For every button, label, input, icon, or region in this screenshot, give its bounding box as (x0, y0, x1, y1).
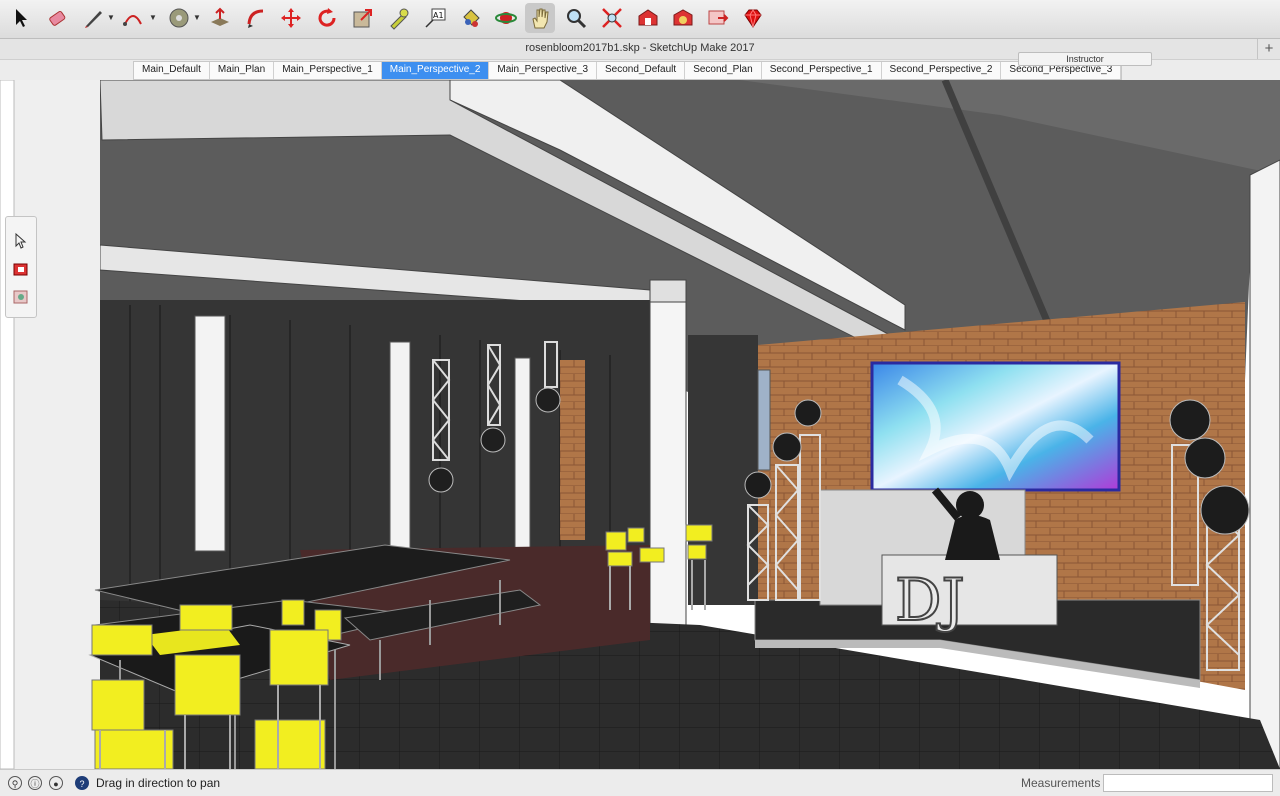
scene-tab-main-perspective-3[interactable]: Main_Perspective_3 (489, 62, 598, 79)
scene-tab-second-plan[interactable]: Second_Plan (685, 62, 762, 79)
follow-me-tool-icon[interactable] (241, 3, 271, 33)
scene-tabs: Main_Default Main_Plan Main_Perspective_… (133, 61, 1123, 80)
make-component-icon[interactable] (11, 259, 31, 279)
back-room-column-2 (389, 341, 411, 553)
eraser-tool-icon[interactable] (42, 3, 72, 33)
paint-bucket-tool-icon[interactable] (456, 3, 486, 33)
svg-text:A1: A1 (433, 11, 444, 20)
arc-tool-icon[interactable] (118, 3, 148, 33)
scene-tab-main-default[interactable]: Main_Default (134, 62, 210, 79)
text-tool-icon[interactable]: A1 (420, 3, 450, 33)
dj-booth-lettering: DJ (895, 566, 965, 634)
credits-icon[interactable]: ⓘ (28, 776, 42, 790)
back-room-column-3 (514, 357, 531, 549)
measurements-label: Measurements (1021, 776, 1101, 790)
paint-material-icon[interactable] (11, 287, 31, 307)
help-icon[interactable]: ? (75, 776, 89, 790)
send-to-layout-icon[interactable] (703, 3, 733, 33)
zoom-extents-tool-icon[interactable] (597, 3, 627, 33)
left-wall-edge (0, 80, 15, 769)
back-room-column-1 (194, 315, 226, 552)
new-tab-button[interactable]: + (1257, 39, 1280, 59)
pan-tool-icon[interactable] (525, 3, 555, 33)
ruby-console-icon[interactable] (738, 3, 768, 33)
right-column (1249, 159, 1280, 769)
arc-dropdown-icon[interactable]: ▼ (149, 13, 157, 22)
scale-tool-icon[interactable] (348, 3, 378, 33)
extension-warehouse-icon[interactable] (668, 3, 698, 33)
orbit-tool-icon[interactable] (491, 3, 521, 33)
user-account-icon[interactable]: ● (49, 776, 63, 790)
scene-tab-main-perspective-1[interactable]: Main_Perspective_1 (274, 62, 382, 79)
push-pull-tool-icon[interactable] (205, 3, 235, 33)
scene-tab-second-default[interactable]: Second_Default (597, 62, 686, 79)
instructor-panel-tab[interactable]: Instructor (1018, 52, 1152, 66)
line-tool-icon[interactable] (79, 3, 109, 33)
rotate-tool-icon[interactable] (312, 3, 342, 33)
circle-dropdown-icon[interactable]: ▼ (193, 13, 201, 22)
scene-tab-main-plan[interactable]: Main_Plan (210, 62, 275, 79)
scene-tab-main-perspective-2[interactable]: Main_Perspective_2 (381, 62, 490, 79)
floating-toolbar (5, 216, 37, 318)
line-dropdown-icon[interactable]: ▼ (107, 13, 115, 22)
back-room-brick (560, 360, 585, 540)
main-toolbar: ▼ ▼ ▼ A1 (0, 0, 1280, 39)
model-render[interactable]: DJ (0, 80, 1280, 769)
select-tool-icon[interactable] (6, 3, 36, 33)
warehouse-icon[interactable] (633, 3, 663, 33)
move-tool-icon[interactable] (276, 3, 306, 33)
scene-tab-second-perspective-1[interactable]: Second_Perspective_1 (762, 62, 882, 79)
left-wall-column (0, 80, 100, 769)
geo-location-icon[interactable]: ⚲ (8, 776, 22, 790)
measurements-input[interactable] (1103, 774, 1273, 792)
tape-measure-tool-icon[interactable] (384, 3, 414, 33)
select-lasso-icon[interactable] (11, 231, 31, 251)
status-bar: ⚲ ⓘ ● ? Drag in direction to pan Measure… (0, 769, 1280, 796)
zoom-tool-icon[interactable] (561, 3, 591, 33)
scene-tab-second-perspective-2[interactable]: Second_Perspective_2 (882, 62, 1002, 79)
model-viewport[interactable]: DJ (0, 80, 1280, 769)
status-hint: Drag in direction to pan (96, 776, 221, 790)
circle-tool-icon[interactable] (164, 3, 194, 33)
center-column (649, 279, 687, 641)
